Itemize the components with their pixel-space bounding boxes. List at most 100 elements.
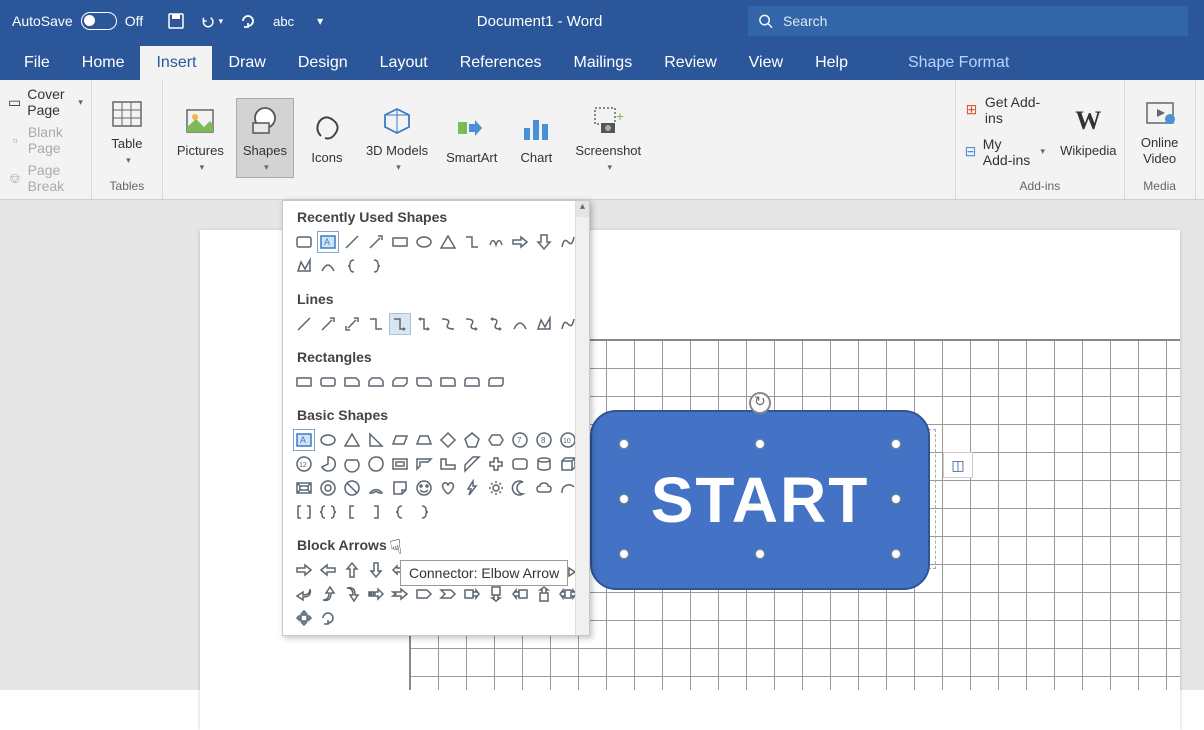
line-double-arrow[interactable] — [341, 313, 363, 335]
basic-pie[interactable] — [317, 453, 339, 475]
basic-lshape[interactable] — [437, 453, 459, 475]
basic-oval[interactable] — [317, 429, 339, 451]
repeat-icon[interactable] — [237, 10, 259, 32]
basic-folded-corner[interactable] — [389, 477, 411, 499]
tab-references[interactable]: References — [444, 46, 558, 80]
wikipedia-button[interactable]: WWikipedia — [1061, 99, 1116, 162]
basic-moon[interactable] — [509, 477, 531, 499]
arrow-notched[interactable] — [389, 583, 411, 605]
shape-oval[interactable] — [413, 231, 435, 253]
connector-elbow-arrow[interactable] — [389, 313, 411, 335]
rect-snip2same[interactable] — [365, 371, 387, 393]
basic-heart[interactable] — [437, 477, 459, 499]
basic-can[interactable] — [533, 453, 555, 475]
tab-file[interactable]: File — [8, 46, 66, 80]
basic-bevel[interactable] — [293, 477, 315, 499]
blank-page-button[interactable]: ▫Blank Page — [8, 122, 83, 158]
shape-line[interactable] — [341, 231, 363, 253]
line-curve[interactable] — [509, 313, 531, 335]
search-box[interactable] — [748, 6, 1188, 36]
shape-textbox[interactable]: A — [317, 231, 339, 253]
basic-left-bracket[interactable] — [341, 501, 363, 523]
basic-no-symbol[interactable] — [341, 477, 363, 499]
toggle-switch[interactable] — [81, 12, 117, 30]
rect-rounded[interactable] — [317, 371, 339, 393]
basic-diag-stripe[interactable] — [461, 453, 483, 475]
shape-sun-burst[interactable] — [485, 231, 507, 253]
smartart-button[interactable]: SmartArt — [440, 106, 503, 169]
basic-triangle[interactable] — [341, 429, 363, 451]
layout-options-button[interactable]: ◫ — [943, 452, 973, 478]
basic-donut[interactable] — [317, 477, 339, 499]
arrow-right[interactable] — [293, 559, 315, 581]
rect-plain[interactable] — [293, 371, 315, 393]
arrow-callout-r[interactable] — [461, 583, 483, 605]
table-button[interactable]: Table▾ — [100, 92, 154, 170]
basic-chord[interactable] — [341, 453, 363, 475]
basic-diamond[interactable] — [437, 429, 459, 451]
basic-lightning[interactable] — [461, 477, 483, 499]
basic-teardrop[interactable] — [365, 453, 387, 475]
basic-half-frame[interactable] — [413, 453, 435, 475]
page-break-button[interactable]: ⎊Page Break — [8, 160, 83, 196]
my-addins-button[interactable]: ⊟My Add-ins▾ — [964, 134, 1045, 170]
search-input[interactable] — [783, 13, 1178, 29]
tab-home[interactable]: Home — [66, 46, 141, 80]
shape-line-arrow[interactable] — [365, 231, 387, 253]
connector-elbow-double[interactable] — [413, 313, 435, 335]
basic-right-bracket[interactable] — [365, 501, 387, 523]
tab-help[interactable]: Help — [799, 46, 864, 80]
screenshot-button[interactable]: +Screenshot▾ — [569, 99, 647, 177]
pictures-button[interactable]: Pictures▾ — [171, 99, 230, 177]
shape-rectangle[interactable] — [389, 231, 411, 253]
tab-shape-format[interactable]: Shape Format — [892, 46, 1025, 80]
canvas-area[interactable]: START ◫ ▴ Recently Used Shapes A — [0, 200, 1204, 690]
online-video-button[interactable]: Online Video — [1133, 91, 1187, 170]
rect-round2diag[interactable] — [485, 371, 507, 393]
tab-draw[interactable]: Draw — [212, 46, 281, 80]
connector-curved[interactable] — [437, 313, 459, 335]
basic-cloud[interactable] — [533, 477, 555, 499]
tab-insert[interactable]: Insert — [140, 46, 212, 80]
tab-view[interactable]: View — [733, 46, 799, 80]
3d-models-button[interactable]: 3D Models▾ — [360, 99, 434, 177]
tab-design[interactable]: Design — [282, 46, 364, 80]
arrow-pentagon[interactable] — [413, 583, 435, 605]
icons-button[interactable]: Icons — [300, 106, 354, 169]
arrow-curveddown[interactable] — [341, 583, 363, 605]
tab-layout[interactable]: Layout — [364, 46, 444, 80]
basic-parallelogram[interactable] — [389, 429, 411, 451]
shape-freeform[interactable] — [293, 255, 315, 277]
cover-page-button[interactable]: ▭Cover Page▾ — [8, 84, 83, 120]
arrow-left[interactable] — [317, 559, 339, 581]
basic-plus[interactable] — [485, 453, 507, 475]
shape-arrow-right[interactable] — [509, 231, 531, 253]
connector-elbow[interactable] — [365, 313, 387, 335]
save-icon[interactable] — [165, 10, 187, 32]
rect-round1[interactable] — [437, 371, 459, 393]
line-freeform[interactable] — [533, 313, 555, 335]
arrow-curvedup[interactable] — [317, 583, 339, 605]
get-addins-button[interactable]: ⊞Get Add-ins — [964, 92, 1045, 128]
rotation-handle[interactable] — [749, 392, 771, 414]
basic-left-brace[interactable] — [389, 501, 411, 523]
arrow-down[interactable] — [365, 559, 387, 581]
basic-hexagon[interactable] — [485, 429, 507, 451]
basic-right-brace[interactable] — [413, 501, 435, 523]
arrow-callout-d[interactable] — [485, 583, 507, 605]
shape-arrow-down[interactable] — [533, 231, 555, 253]
basic-dodecagon[interactable]: 12 — [293, 453, 315, 475]
shape-elbow-connector-plain[interactable] — [461, 231, 483, 253]
basic-heptagon[interactable]: 7 — [509, 429, 531, 451]
basic-sun[interactable] — [485, 477, 507, 499]
handle-nw[interactable] — [619, 439, 629, 449]
line-arrow[interactable] — [317, 313, 339, 335]
shape-triangle[interactable] — [437, 231, 459, 253]
spellcheck-icon[interactable]: abc — [273, 10, 295, 32]
undo-icon[interactable]: ▾ — [201, 10, 223, 32]
handle-n[interactable] — [755, 439, 765, 449]
rect-round2same[interactable] — [461, 371, 483, 393]
basic-pentagon[interactable] — [461, 429, 483, 451]
handle-e[interactable] — [891, 494, 901, 504]
basic-double-brace[interactable] — [317, 501, 339, 523]
